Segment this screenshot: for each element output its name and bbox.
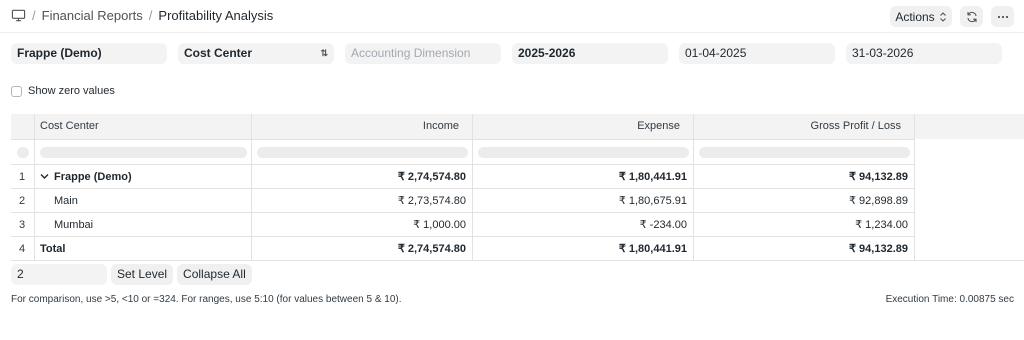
fiscal-year-filter[interactable]: 2025-2026 [512, 43, 668, 64]
based-on-select-value: Cost Center [184, 46, 253, 60]
company-filter[interactable]: Frappe (Demo) [11, 43, 167, 64]
row-index: 3 [11, 212, 35, 236]
breadcrumb: / Financial Reports / Profitability Anal… [11, 8, 273, 23]
total-label: Total [35, 236, 252, 260]
filter-input[interactable] [257, 147, 468, 158]
collapse-all-button[interactable]: Collapse All [177, 264, 252, 285]
expense-cell: ₹ 1,80,675.91 [473, 188, 694, 212]
column-header-income[interactable]: Income [252, 114, 473, 139]
filter-placeholder [17, 147, 29, 158]
row-index-header [11, 114, 35, 139]
tree-level-controls: 2 Set Level Collapse All [11, 264, 252, 285]
table-row-name[interactable]: Frappe (Demo) [35, 164, 252, 188]
from-date-filter[interactable]: 01-04-2025 [679, 43, 835, 64]
cost-center-name: Frappe (Demo) [54, 171, 132, 183]
more-options-button[interactable] [991, 6, 1014, 27]
based-on-select[interactable]: Cost Center ⇅ [178, 43, 334, 64]
row-index: 4 [11, 236, 35, 260]
income-cell: ₹ 2,74,574.80 [252, 164, 473, 188]
cost-center-name[interactable]: Main [35, 188, 252, 212]
income-cell: ₹ 1,000.00 [252, 212, 473, 236]
filter-cost-center[interactable] [35, 139, 252, 164]
filter-input[interactable] [40, 147, 247, 158]
chevron-up-down-icon: ⇅ [320, 48, 328, 58]
row-index: 1 [11, 164, 35, 188]
show-zero-values-checkbox[interactable] [11, 85, 22, 97]
total-gross-profit-cell: ₹ 94,132.89 [694, 236, 915, 260]
level-input[interactable]: 2 [11, 264, 107, 285]
gross-profit-cell: ₹ 92,898.89 [694, 188, 915, 212]
gross-profit-cell: ₹ 1,234.00 [694, 212, 915, 236]
breadcrumb-separator: / [148, 8, 153, 23]
show-zero-values-toggle[interactable]: Show zero values [11, 85, 115, 97]
filter-expense[interactable] [473, 139, 694, 164]
column-header-gross-profit[interactable]: Gross Profit / Loss [694, 114, 915, 139]
filter-input[interactable] [699, 147, 910, 158]
breadcrumb-financial-reports[interactable]: Financial Reports [42, 8, 143, 23]
actions-button-label: Actions [895, 9, 935, 24]
filter-gross-profit[interactable] [694, 139, 915, 164]
accounting-dimension-filter[interactable]: Accounting Dimension [345, 43, 501, 64]
desktop-icon[interactable] [11, 8, 26, 23]
page-header: / Financial Reports / Profitability Anal… [0, 0, 1024, 33]
execution-time: Execution Time: 0.00875 sec [885, 294, 1014, 305]
income-cell: ₹ 2,73,574.80 [252, 188, 473, 212]
filter-income[interactable] [252, 139, 473, 164]
set-level-button[interactable]: Set Level [111, 264, 174, 285]
total-income-cell: ₹ 2,74,574.80 [252, 236, 473, 260]
row-index: 2 [11, 188, 35, 212]
filter-input[interactable] [478, 147, 689, 158]
filter-row-index [11, 139, 35, 164]
breadcrumb-separator: / [32, 8, 36, 23]
refresh-icon [966, 11, 977, 22]
show-zero-values-label: Show zero values [28, 85, 115, 97]
refresh-button[interactable] [960, 6, 983, 27]
column-header-expense[interactable]: Expense [473, 114, 694, 139]
header-spacer [915, 114, 1024, 139]
table-divider [11, 260, 1024, 261]
ellipsis-icon [997, 15, 1008, 18]
actions-button[interactable]: Actions [890, 6, 952, 27]
filter-hint: For comparison, use >5, <10 or =324. For… [11, 294, 402, 305]
chevron-up-down-icon [939, 11, 946, 22]
column-header-cost-center[interactable]: Cost Center [35, 114, 252, 139]
total-expense-cell: ₹ 1,80,441.91 [473, 236, 694, 260]
chevron-down-icon[interactable] [40, 173, 49, 180]
cost-center-name[interactable]: Mumbai [35, 212, 252, 236]
page-title: Profitability Analysis [158, 8, 274, 23]
expense-cell: ₹ 1,80,441.91 [473, 164, 694, 188]
expense-cell: ₹ -234.00 [473, 212, 694, 236]
gross-profit-cell: ₹ 94,132.89 [694, 164, 915, 188]
to-date-filter[interactable]: 31-03-2026 [846, 43, 1002, 64]
